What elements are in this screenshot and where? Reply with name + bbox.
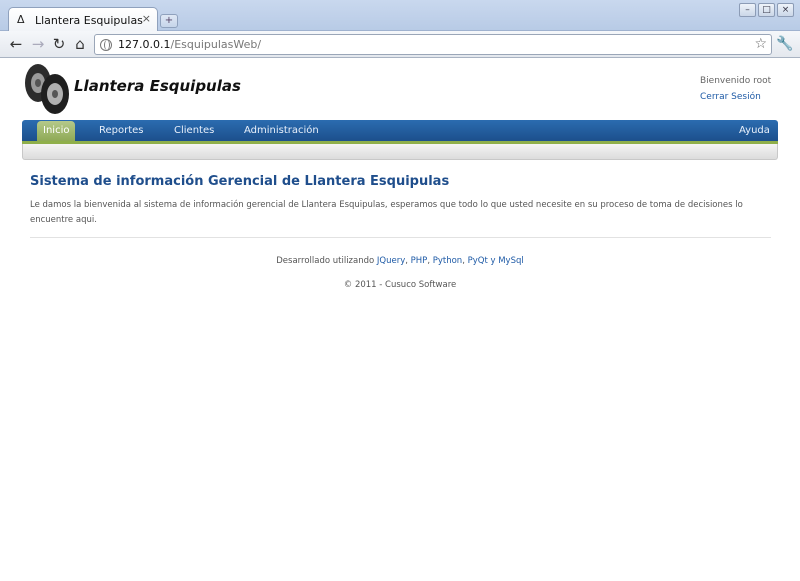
forward-arrow-icon[interactable]: →	[29, 35, 47, 53]
footer-separator: y	[487, 256, 499, 266]
nav-item-inicio[interactable]: Inicio	[37, 121, 76, 143]
browser-toolbar: ← → ↻ ⌂ 127.0.0.1/EsquipulasWeb/ ☆ 🔧	[0, 31, 800, 58]
welcome-text: Bienvenido root	[700, 76, 772, 86]
link-pyqt[interactable]: PyQt	[468, 256, 488, 266]
link-jquery[interactable]: JQuery	[377, 256, 405, 266]
new-tab-button[interactable]: +	[160, 14, 178, 28]
page-heading: Sistema de información Gerencial de Llan…	[30, 174, 450, 189]
home-icon[interactable]: ⌂	[71, 35, 89, 53]
site-title: Llantera Esquipulas	[74, 77, 241, 95]
nav-item-reportes[interactable]: Reportes	[99, 120, 144, 141]
tires-logo-icon	[25, 64, 69, 114]
browser-tab[interactable]: Δ Llantera Esquipulas ×	[8, 7, 158, 32]
close-window-button[interactable]: ×	[777, 3, 794, 17]
link-python[interactable]: Python	[433, 256, 462, 266]
wrench-menu-icon[interactable]: 🔧	[776, 36, 794, 54]
linux-penguin-icon: Δ	[17, 13, 25, 26]
main-nav: Inicio Reportes Clientes Administración …	[22, 120, 778, 143]
minimize-button[interactable]: –	[739, 3, 756, 17]
tab-close-icon[interactable]: ×	[142, 13, 151, 25]
url-path: /EsquipulasWeb/	[170, 38, 262, 51]
footer-credits: Desarrollado utilizando JQuery, PHP, Pyt…	[0, 256, 800, 266]
logout-link[interactable]: Cerrar Sesión	[700, 92, 761, 102]
nav-item-ayuda[interactable]: Ayuda	[739, 120, 770, 141]
nav-item-administracion[interactable]: Administración	[244, 120, 319, 141]
tab-title: Llantera Esquipulas	[35, 13, 143, 27]
web-page: Llantera Esquipulas Bienvenido root Cerr…	[0, 58, 800, 581]
maximize-button[interactable]: □	[758, 3, 775, 17]
globe-icon	[100, 38, 112, 51]
reload-icon[interactable]: ↻	[50, 35, 68, 53]
copyright-text: © 2011 - Cusuco Software	[343, 280, 457, 290]
address-bar[interactable]: 127.0.0.1/EsquipulasWeb/ ☆	[94, 34, 772, 55]
browser-titlebar: Δ Llantera Esquipulas × + – □ ×	[0, 0, 800, 32]
nav-item-clientes[interactable]: Clientes	[174, 120, 214, 141]
link-mysql[interactable]: MySql	[498, 256, 524, 266]
content-divider	[30, 237, 771, 238]
window-controls: – □ ×	[739, 3, 794, 17]
bookmark-star-icon[interactable]: ☆	[754, 36, 767, 52]
link-php[interactable]: PHP	[411, 256, 428, 266]
footer-prefix: Desarrollado utilizando	[276, 256, 377, 266]
intro-text: Le damos la bienvenida al sistema de inf…	[30, 200, 743, 225]
sub-nav-bar	[22, 144, 778, 160]
url-host: 127.0.0.1	[118, 38, 171, 51]
back-arrow-icon[interactable]: ←	[7, 35, 25, 53]
